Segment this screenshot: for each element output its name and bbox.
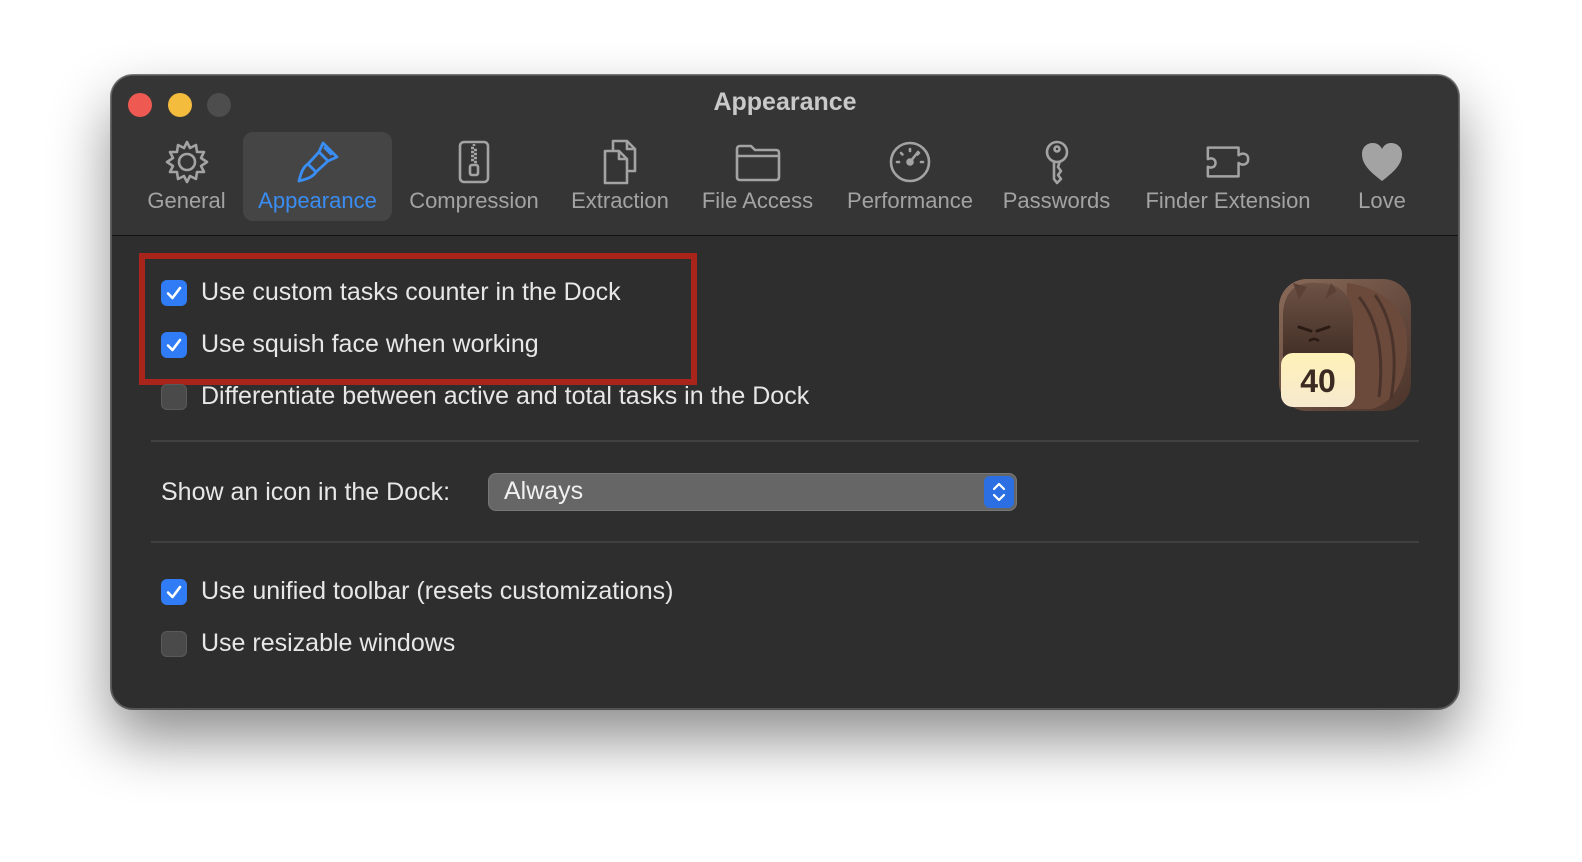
option-resizable-windows[interactable]: Use resizable windows xyxy=(161,629,455,658)
checkbox-unified-toolbar[interactable] xyxy=(161,578,187,605)
dock-icon-select[interactable]: Always xyxy=(488,473,1017,511)
option-label: Use unified toolbar (resets customizatio… xyxy=(201,577,674,605)
tab-extraction[interactable]: Extraction xyxy=(561,132,679,221)
preferences-window: Appearance General Appearance Compressio… xyxy=(111,75,1459,709)
dock-icon-label: Show an icon in the Dock: xyxy=(161,478,451,506)
documents-icon xyxy=(596,138,644,186)
highlight-box xyxy=(139,253,697,385)
tab-love[interactable]: Love xyxy=(1339,132,1425,221)
tab-appearance[interactable]: Appearance xyxy=(243,132,392,221)
checkbox-squish-face[interactable] xyxy=(161,331,187,358)
option-unified-toolbar[interactable]: Use unified toolbar (resets customizatio… xyxy=(161,577,673,606)
option-squish-face[interactable]: Use squish face when working xyxy=(161,330,539,359)
option-label: Use squish face when working xyxy=(201,330,539,358)
tab-compression[interactable]: Compression xyxy=(403,132,545,221)
tab-label: Extraction xyxy=(571,188,669,213)
tab-label: Performance xyxy=(847,188,973,213)
tab-file-access[interactable]: File Access xyxy=(695,132,820,221)
tab-general[interactable]: General xyxy=(140,132,233,221)
gauge-icon xyxy=(886,138,934,186)
tab-performance[interactable]: Performance xyxy=(839,132,981,221)
checkbox-differentiate[interactable] xyxy=(161,383,187,410)
chevron-updown-icon xyxy=(984,476,1014,508)
folder-icon xyxy=(734,138,782,186)
heart-icon xyxy=(1358,138,1406,186)
tab-label: Appearance xyxy=(258,188,377,213)
divider xyxy=(151,541,1419,543)
appearance-pane: Use custom tasks counter in the Dock Use… xyxy=(112,236,1458,708)
option-label: Use custom tasks counter in the Dock xyxy=(201,278,621,306)
tab-passwords[interactable]: Passwords xyxy=(998,132,1115,221)
option-custom-counter[interactable]: Use custom tasks counter in the Dock xyxy=(161,278,621,307)
paintbrush-icon xyxy=(294,138,342,186)
dock-badge-preview-icon: 40 xyxy=(1275,277,1413,413)
option-label: Use resizable windows xyxy=(201,629,456,657)
option-differentiate[interactable]: Differentiate between active and total t… xyxy=(161,382,809,411)
titlebar: Appearance General Appearance Compressio… xyxy=(112,76,1458,236)
dock-icon-select-value: Always xyxy=(504,477,584,505)
tab-label: File Access xyxy=(701,188,814,213)
key-icon xyxy=(1033,138,1081,186)
window-title: Appearance xyxy=(713,88,857,116)
dock-badge-count: 40 xyxy=(1300,363,1336,399)
zipper-file-icon xyxy=(450,138,498,186)
tab-finder-extension[interactable]: Finder Extension xyxy=(1136,132,1320,221)
tab-label: Passwords xyxy=(1002,188,1111,213)
tab-label: Finder Extension xyxy=(1145,188,1311,213)
puzzle-icon xyxy=(1204,138,1252,186)
tab-label: Love xyxy=(1358,188,1406,213)
checkbox-resizable-windows[interactable] xyxy=(161,630,187,657)
option-label: Differentiate between active and total t… xyxy=(201,382,810,410)
tab-label: Compression xyxy=(409,188,539,213)
divider xyxy=(151,440,1419,442)
gear-icon xyxy=(163,138,211,186)
tab-label: General xyxy=(147,188,226,213)
checkbox-custom-counter[interactable] xyxy=(161,279,187,306)
